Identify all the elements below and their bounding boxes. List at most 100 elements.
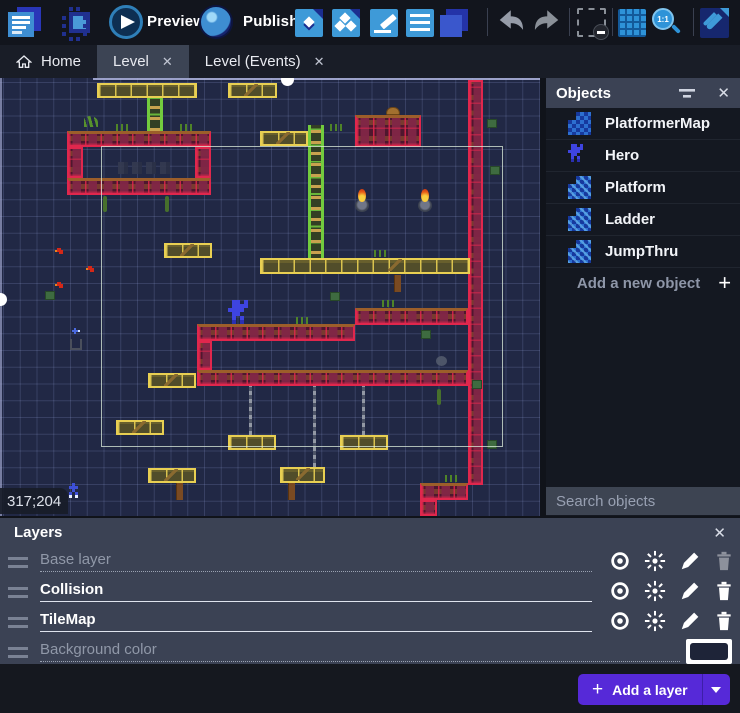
instance-yel-tiles[interactable] (228, 435, 276, 450)
edit-scene-icon[interactable] (370, 9, 398, 37)
drag-handle-icon[interactable] (8, 556, 28, 568)
instance-red-tiles[interactable] (195, 147, 211, 178)
chain-sprite[interactable] (362, 386, 365, 435)
object-row-hero[interactable]: Hero (546, 140, 740, 172)
object-row-platform[interactable]: Platform (546, 172, 740, 204)
objects-search (546, 487, 740, 515)
preview-icon[interactable] (109, 5, 143, 39)
grid-toggle-icon[interactable] (618, 9, 646, 37)
add-object-icon[interactable] (295, 9, 323, 37)
trunk-sprite[interactable] (176, 483, 183, 500)
instance-red-tiles[interactable] (420, 500, 437, 516)
instance-red-tiles[interactable] (67, 178, 211, 195)
chain-sprite[interactable] (249, 386, 252, 435)
effects-icon[interactable] (644, 580, 666, 602)
zoom-1-1-icon[interactable]: 1:1 (652, 8, 682, 38)
layer-row-background-color[interactable]: Background color (0, 637, 740, 667)
background-color-swatch[interactable] (686, 639, 732, 664)
level-canvas[interactable]: 317;204 (0, 78, 546, 516)
effects-icon[interactable] (644, 610, 666, 632)
clear-selection-icon[interactable] (577, 8, 606, 37)
layers-toolbar-icon[interactable] (440, 9, 468, 37)
undo-icon[interactable] (497, 9, 527, 36)
add-layer-dropdown[interactable] (702, 674, 730, 705)
chain-sprite[interactable] (313, 386, 316, 467)
close-icon[interactable]: ✕ (717, 84, 730, 102)
instance-lad-tiles[interactable] (308, 125, 324, 258)
edit-layer-icon[interactable] (679, 610, 701, 632)
plant-sprite[interactable] (84, 116, 98, 127)
visibility-icon[interactable] (609, 610, 631, 632)
instance-yel-tiles[interactable] (340, 435, 388, 450)
rubble-sprite[interactable] (118, 162, 174, 174)
publish-icon[interactable] (199, 5, 233, 39)
tab-home[interactable]: Home (0, 45, 97, 78)
visibility-icon[interactable] (609, 550, 631, 572)
scene-settings-icon[interactable] (700, 8, 729, 38)
close-icon[interactable]: ✕ (713, 524, 726, 542)
instance-yel-tiles[interactable] (97, 83, 197, 98)
layer-name[interactable]: Background color (40, 641, 157, 658)
instance-red-tiles[interactable] (468, 80, 483, 485)
instance-red-tiles[interactable] (67, 147, 83, 178)
trunk-sprite[interactable] (288, 483, 295, 500)
preview-label[interactable]: Preview (147, 13, 205, 30)
instance-watv-tiles[interactable] (72, 338, 81, 512)
effects-icon[interactable] (644, 550, 666, 572)
add-object-row[interactable]: Add a new object+ (546, 268, 740, 298)
horizontal-scrollbar-knob[interactable] (281, 78, 294, 86)
object-row-jumpthru[interactable]: JumpThru (546, 236, 740, 268)
debugger-icon[interactable] (62, 7, 96, 38)
edit-layer-icon[interactable] (679, 580, 701, 602)
tab-level-events[interactable]: Level (Events) ✕ (189, 45, 341, 78)
layer-name[interactable]: TileMap (40, 611, 96, 628)
drag-handle-icon[interactable] (8, 586, 28, 598)
torch-sprite[interactable] (355, 190, 369, 212)
instances-list-icon[interactable] (406, 9, 434, 37)
publish-label[interactable]: Publish (243, 13, 299, 30)
drag-handle-icon[interactable] (8, 646, 28, 658)
project-manager-icon[interactable] (8, 7, 42, 38)
instance-yel-tiles[interactable] (260, 258, 470, 274)
layer-row-tilemap[interactable]: TileMap (0, 607, 740, 637)
tab-level[interactable]: Level ✕ (97, 45, 189, 78)
object-row-ladder[interactable]: Ladder (546, 204, 740, 236)
instance-wath-tiles[interactable] (68, 500, 420, 512)
plus-icon[interactable]: + (718, 270, 731, 296)
greyblob-sprite[interactable] (436, 356, 447, 366)
filter-icon[interactable] (677, 85, 699, 101)
delete-layer-icon[interactable] (714, 550, 734, 572)
instance-red-tiles[interactable] (355, 115, 421, 147)
objects-list-icon[interactable] (332, 9, 360, 37)
search-input[interactable] (556, 493, 740, 510)
torch-sprite[interactable] (418, 190, 432, 212)
bracket-sprite[interactable] (70, 339, 82, 350)
tab-close-icon[interactable]: ✕ (314, 54, 325, 70)
instance-red-tiles[interactable] (420, 483, 468, 500)
add-layer-main[interactable]: + Add a layer (578, 674, 702, 705)
layer-actions (609, 580, 734, 602)
edit-layer-icon[interactable] (679, 550, 701, 572)
layer-row-collision[interactable]: Collision (0, 577, 740, 607)
delete-layer-icon[interactable] (714, 610, 734, 632)
mushroom-sprite[interactable] (386, 107, 400, 115)
instance-red-tiles[interactable] (197, 324, 355, 341)
trunk-sprite[interactable] (394, 275, 401, 292)
drag-handle-icon[interactable] (8, 616, 28, 628)
tab-close-icon[interactable]: ✕ (162, 54, 173, 70)
visibility-icon[interactable] (609, 580, 631, 602)
vertical-scrollbar-knob[interactable] (0, 293, 7, 306)
instance-red-tiles[interactable] (197, 341, 212, 370)
layer-name[interactable]: Base layer (40, 551, 111, 568)
horizontal-scrollbar[interactable] (93, 78, 545, 80)
redo-icon[interactable] (531, 9, 561, 36)
object-row-platformermap[interactable]: PlatformerMap (546, 108, 740, 140)
delete-layer-icon[interactable] (714, 580, 734, 602)
instance-red-tiles[interactable] (197, 370, 468, 386)
instance-red-tiles[interactable] (355, 308, 468, 325)
add-layer-button[interactable]: + Add a layer (578, 674, 730, 705)
minus-badge (593, 24, 609, 40)
instance-red-tiles[interactable] (67, 131, 211, 147)
layer-name[interactable]: Collision (40, 581, 103, 598)
layer-row-base-layer[interactable]: Base layer (0, 547, 740, 577)
